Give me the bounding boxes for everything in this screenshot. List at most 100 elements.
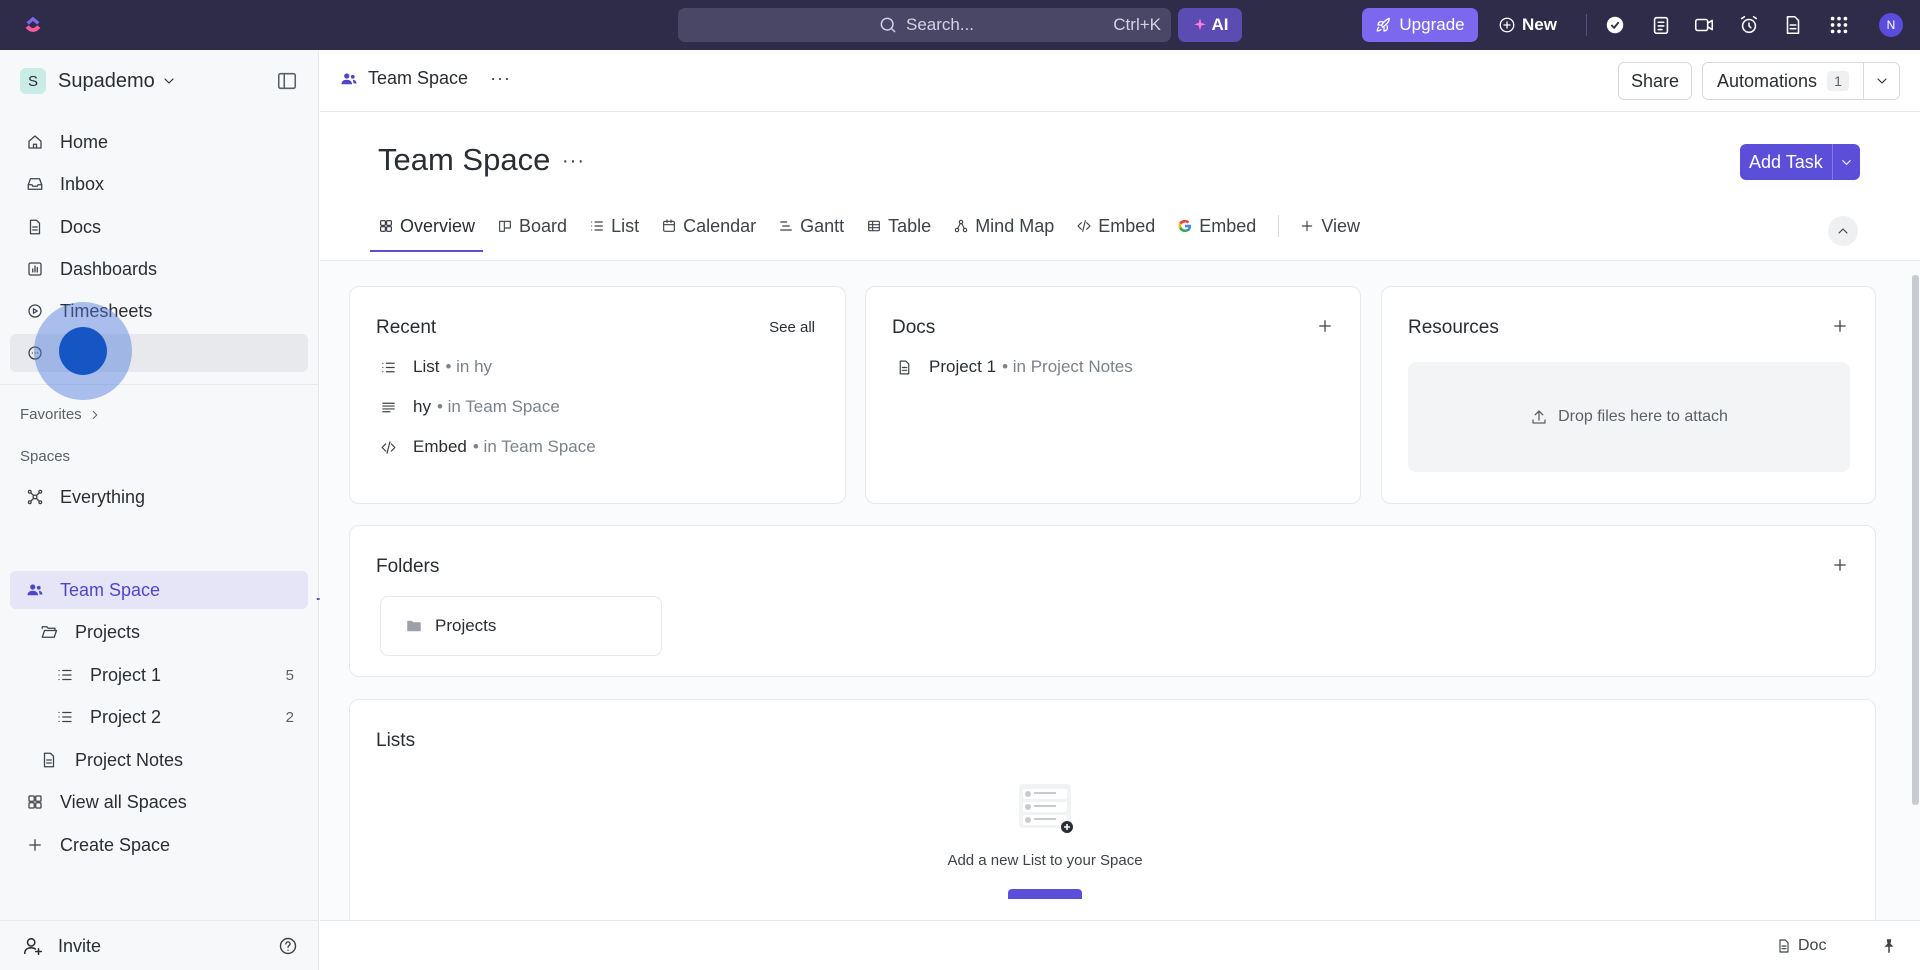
- doc-button[interactable]: Doc: [1776, 937, 1826, 955]
- page-title: Team Space: [378, 142, 551, 177]
- list-icon: [591, 221, 603, 231]
- recent-item-name: hy: [413, 397, 431, 416]
- plus-icon[interactable]: [1831, 556, 1849, 574]
- invite-button[interactable]: Invite: [22, 935, 101, 957]
- sidebar-item-projects-folder[interactable]: Projects: [10, 613, 344, 651]
- sidebar-item-create-space[interactable]: Create Space: [10, 826, 308, 864]
- recent-item[interactable]: hy • in Team Space: [380, 397, 560, 417]
- add-view-button[interactable]: View: [1299, 200, 1360, 252]
- help-icon[interactable]: [278, 936, 298, 956]
- list-icon: [382, 362, 395, 372]
- sidebar-item-team-space[interactable]: Team Space: [10, 571, 330, 609]
- everything-label: Everything: [60, 486, 146, 507]
- topbar-divider: [1586, 14, 1587, 36]
- tab-table[interactable]: Table: [866, 200, 931, 252]
- list-icon: [58, 711, 72, 723]
- video-icon[interactable]: [1693, 14, 1715, 36]
- nav-home[interactable]: Home: [10, 123, 308, 161]
- see-all-link[interactable]: See all: [769, 319, 815, 336]
- tab-gantt[interactable]: Gantt: [778, 200, 844, 252]
- tab-board-label: Board: [519, 215, 568, 236]
- doc-item-location: • in Project Notes: [1002, 357, 1133, 376]
- folder-open-icon: [41, 626, 58, 638]
- nav-docs[interactable]: Docs: [10, 208, 308, 246]
- file-dropzone[interactable]: Drop files here to attach: [1408, 362, 1850, 472]
- scrollbar-thumb[interactable]: [1912, 275, 1919, 805]
- chevron-up-icon[interactable]: [1828, 216, 1858, 246]
- folder-tile[interactable]: Projects: [380, 596, 662, 656]
- team-space-label: Team Space: [60, 579, 161, 600]
- share-button[interactable]: Share: [1618, 62, 1692, 100]
- tab-embed[interactable]: Embed: [1076, 200, 1155, 252]
- ai-button[interactable]: AI: [1178, 8, 1242, 42]
- doc-item-name: Project 1: [929, 357, 997, 376]
- automations-label: Automations: [1717, 70, 1818, 91]
- chevron-down-icon[interactable]: [1832, 144, 1860, 180]
- add-list-button[interactable]: [1008, 889, 1082, 899]
- add-user-icon: [23, 937, 43, 956]
- title-more-icon[interactable]: ···: [562, 150, 585, 173]
- tab-overview-label: Overview: [400, 215, 476, 236]
- tab-overview[interactable]: Overview: [369, 200, 484, 252]
- plus-icon[interactable]: [1316, 317, 1334, 335]
- recent-item[interactable]: Embed • in Team Space: [380, 437, 596, 457]
- text-lines-icon: [382, 402, 395, 412]
- docs-title: Docs: [892, 317, 936, 338]
- nav-docs-label: Docs: [60, 216, 102, 237]
- tab-mind-map-label: Mind Map: [975, 215, 1055, 236]
- nav-inbox-label: Inbox: [60, 173, 105, 194]
- sparkle-icon: [1193, 18, 1206, 31]
- favorites-section[interactable]: Favorites: [20, 406, 102, 423]
- tab-board[interactable]: Board: [497, 200, 567, 252]
- alarm-clock-icon[interactable]: [1738, 14, 1760, 36]
- notepad-icon[interactable]: [1650, 14, 1672, 36]
- pin-icon[interactable]: [1880, 937, 1898, 955]
- recent-item[interactable]: List • in hy: [380, 357, 492, 377]
- plus-icon[interactable]: [1831, 317, 1849, 335]
- doc-item[interactable]: Project 1 • in Project Notes: [896, 357, 1133, 377]
- new-button[interactable]: New: [1498, 8, 1557, 42]
- upgrade-label: Upgrade: [1399, 15, 1465, 34]
- search-bar[interactable]: Search... Ctrl+K: [678, 8, 1171, 42]
- tab-calendar[interactable]: Calendar: [661, 200, 756, 252]
- sidebar-item-view-all-spaces[interactable]: View all Spaces: [10, 783, 308, 821]
- lists-empty-state: Add a new List to your Space: [945, 780, 1145, 899]
- sidebar-item-project-1[interactable]: Project 1 5: [10, 656, 308, 694]
- breadcrumb[interactable]: Team Space ···: [340, 68, 511, 89]
- nav-inbox[interactable]: Inbox: [10, 165, 308, 203]
- add-view-label: View: [1321, 215, 1361, 236]
- tab-list[interactable]: List: [589, 200, 639, 252]
- sidebar-item-project-2[interactable]: Project 2 2: [10, 698, 308, 736]
- user-avatar[interactable]: N: [1879, 13, 1903, 37]
- sidebar-item-everything[interactable]: Everything: [10, 478, 308, 516]
- collapse-sidebar-icon[interactable]: [276, 70, 298, 92]
- view-all-spaces-label: View all Spaces: [60, 791, 187, 812]
- clickup-logo-icon[interactable]: [22, 14, 44, 36]
- tab-google-embed[interactable]: Embed: [1177, 200, 1256, 252]
- workspace-badge: S: [20, 68, 46, 94]
- chevron-down-icon: [164, 78, 174, 84]
- click-indicator: [34, 302, 132, 400]
- check-circle-icon[interactable]: [1604, 14, 1626, 36]
- chevron-down-icon[interactable]: [1863, 63, 1899, 99]
- workspace-switcher[interactable]: S Supademo: [20, 68, 177, 94]
- tab-google-embed-label: Embed: [1199, 215, 1257, 236]
- tab-calendar-label: Calendar: [683, 215, 757, 236]
- sidebar-item-project-notes[interactable]: Project Notes: [10, 741, 308, 779]
- automations-button[interactable]: Automations 1: [1702, 62, 1900, 100]
- add-task-button[interactable]: Add Task: [1740, 144, 1860, 180]
- tab-mind-map[interactable]: Mind Map: [953, 200, 1054, 252]
- search-placeholder: Search...: [906, 15, 975, 34]
- document-icon[interactable]: [1782, 14, 1804, 36]
- nav-dashboards[interactable]: Dashboards: [10, 250, 308, 288]
- scrollbar[interactable]: [1909, 265, 1920, 905]
- breadcrumb-more-icon[interactable]: ···: [490, 68, 511, 89]
- projects-folder-label: Projects: [75, 621, 141, 642]
- inbox-icon: [27, 178, 43, 190]
- folder-icon: [407, 620, 421, 632]
- doc-label: Doc: [1798, 937, 1827, 954]
- google-icon: [1178, 219, 1192, 233]
- upgrade-button[interactable]: Upgrade: [1362, 8, 1478, 42]
- overview-content: Recent See all List • in hy hy • in Team…: [320, 261, 1920, 920]
- apps-grid-icon[interactable]: [1828, 14, 1850, 36]
